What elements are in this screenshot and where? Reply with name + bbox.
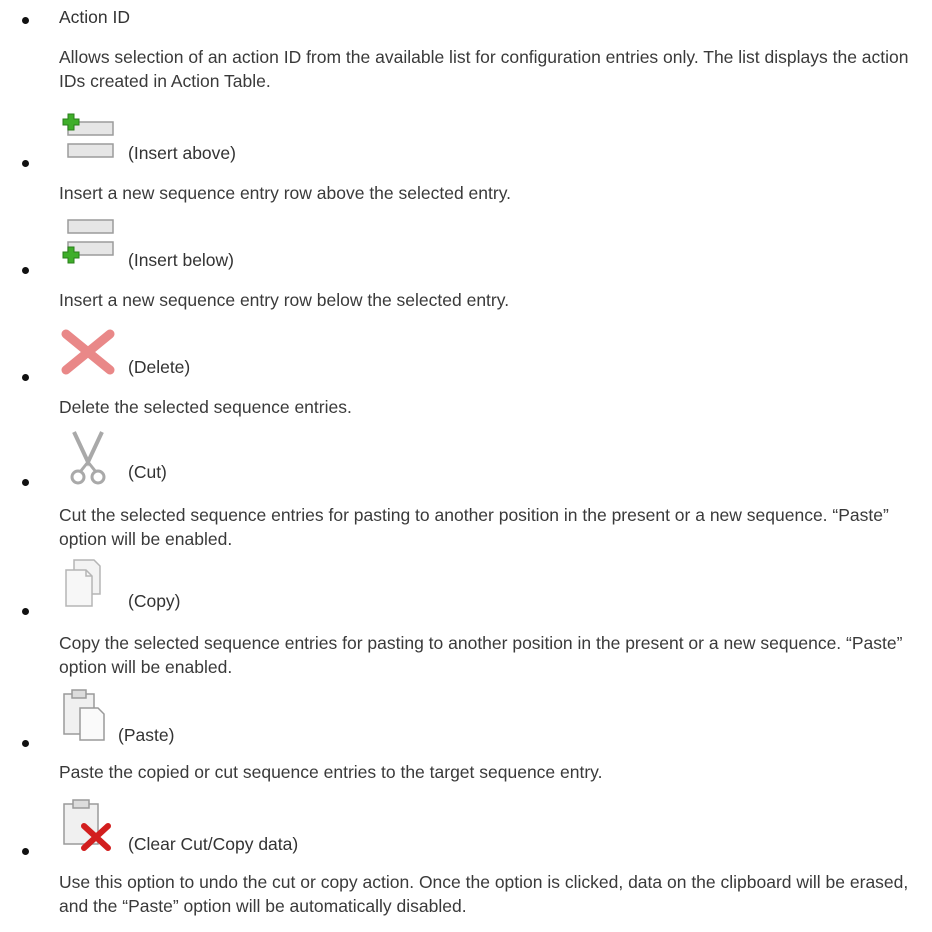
item-description: Delete the selected sequence entries. (59, 397, 352, 417)
item-label: (Delete) (128, 357, 191, 377)
insert-above-icon (62, 113, 114, 158)
item-description: Use this option to undo the cut or copy … (59, 872, 909, 916)
item-description: Allows selection of an action ID from th… (59, 47, 909, 91)
bullet (22, 160, 29, 167)
paste-icon (63, 689, 105, 741)
cut-icon (70, 431, 106, 485)
bullet (22, 17, 29, 24)
bullet (22, 608, 29, 615)
item-description: Insert a new sequence entry row below th… (59, 290, 510, 310)
item-description: Insert a new sequence entry row above th… (59, 183, 512, 203)
bullet (22, 374, 29, 381)
bullet (22, 848, 29, 855)
item-label: (Clear Cut/Copy data) (128, 834, 299, 854)
copy-icon (65, 559, 101, 607)
item-label: (Copy) (128, 591, 181, 611)
bullet (22, 267, 29, 274)
item-label: (Cut) (128, 462, 167, 482)
item-description: Copy the selected sequence entries for p… (59, 633, 903, 677)
item-label: Action ID (59, 7, 130, 27)
clear-cut-copy-icon (63, 799, 111, 851)
item-description: Paste the copied or cut sequence entries… (59, 762, 603, 782)
item-description: Cut the selected sequence entries for pa… (59, 505, 889, 549)
item-label: (Insert above) (128, 143, 236, 163)
item-label: (Insert below) (128, 250, 235, 270)
delete-icon (61, 329, 115, 375)
insert-below-icon (62, 219, 114, 264)
bullet (22, 740, 29, 747)
item-label: (Paste) (118, 725, 175, 745)
bullet (22, 479, 29, 486)
